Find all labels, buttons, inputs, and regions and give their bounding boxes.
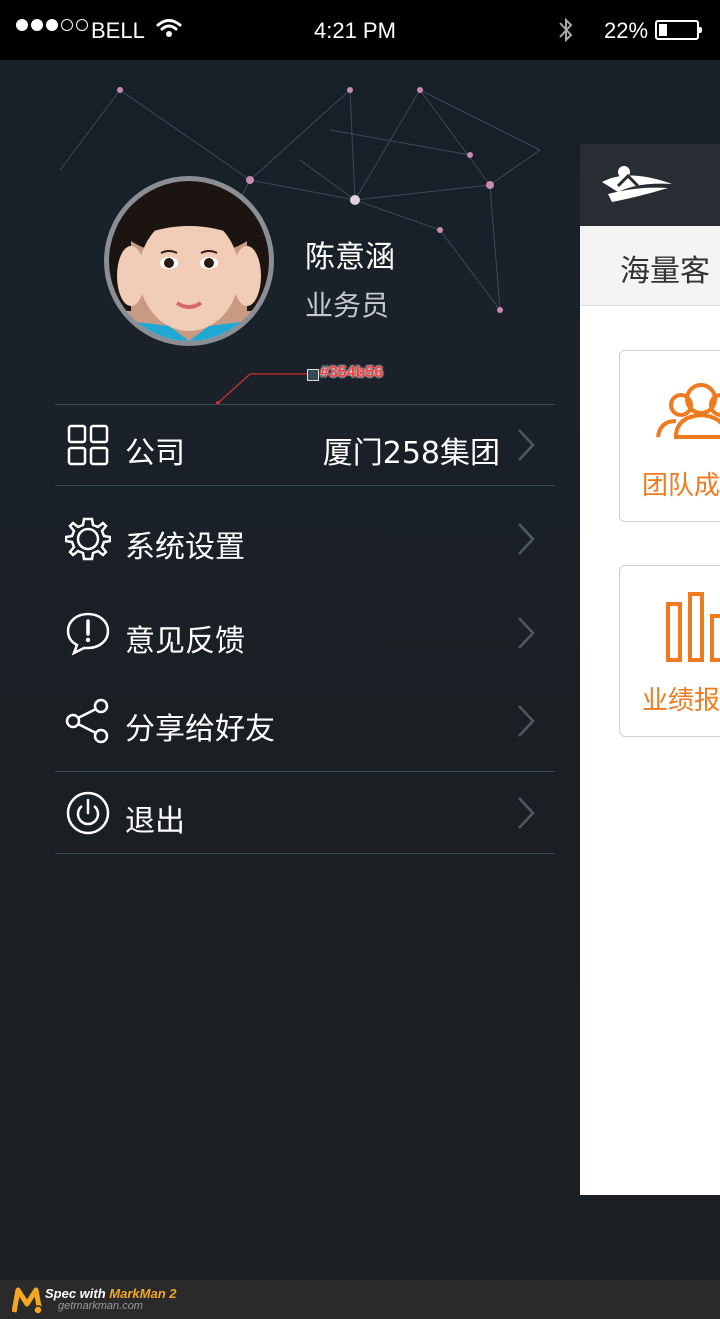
battery-fill (659, 24, 667, 36)
annotation-leader-line (216, 373, 307, 405)
menu-divider (55, 771, 555, 772)
status-bar: BELL 4:21 PM 22% (0, 0, 720, 60)
chevron-right-icon (518, 797, 535, 829)
menu-item-feedback[interactable]: 意见反馈 (55, 598, 555, 668)
clock: 4:21 PM (314, 18, 396, 43)
markman-logo (12, 1287, 42, 1314)
team-icon (656, 383, 720, 439)
chevron-right-icon (518, 523, 535, 555)
menu-item-system-settings[interactable]: 系统设置 (55, 504, 555, 574)
spec-text: Spec with MarkMan 2 (45, 1286, 177, 1301)
avatar[interactable] (104, 176, 274, 346)
signal-dot (46, 19, 58, 31)
markman-brand: MarkMan 2 (109, 1286, 177, 1301)
gear-icon (65, 517, 111, 561)
spec-prefix: Spec with (45, 1286, 110, 1301)
grid-icon (67, 424, 109, 466)
battery-percent: 22% (604, 18, 649, 43)
chevron-right-icon (518, 429, 535, 461)
chevron-right-icon (518, 617, 535, 649)
share-icon (65, 698, 109, 744)
menu-item-share[interactable]: 分享给好友 (55, 686, 555, 756)
menu-item-company[interactable]: 公司 厦门258集团 (55, 410, 555, 480)
battery-icon (655, 20, 702, 40)
performance-report-card[interactable]: 业绩报 (619, 565, 720, 737)
panel-subbar: 海量客 (580, 226, 720, 306)
avatar-photo (109, 181, 269, 341)
menu-item-label: 分享给好友 (125, 712, 275, 747)
signal-dot (31, 19, 43, 31)
bar-chart-icon (666, 592, 720, 662)
menu-divider (55, 404, 555, 405)
menu-item-label: 系统设置 (125, 530, 245, 565)
chevron-right-icon (518, 705, 535, 737)
wifi-icon (156, 19, 182, 37)
feedback-icon (66, 612, 110, 656)
carrier-name: BELL (91, 18, 145, 43)
signal-dot (76, 19, 88, 31)
card-label: 团队成 (642, 471, 720, 501)
menu-item-label: 公司 (125, 436, 185, 471)
markman-watermark: Spec with MarkMan 2 getmarkman.com (0, 1280, 720, 1319)
signal-strength-icon (16, 19, 88, 31)
card-label: 业绩报 (642, 686, 720, 716)
menu-divider (55, 853, 555, 854)
menu-item-label: 意见反馈 (125, 624, 245, 659)
user-name: 陈意涵 (305, 240, 395, 275)
menu-divider (55, 485, 555, 486)
main-content-panel[interactable]: 海量客 团队成 业绩报 (580, 144, 720, 1195)
menu-item-label: 退出 (125, 804, 185, 839)
user-role: 业务员 (305, 289, 390, 322)
panel-header (580, 144, 720, 226)
signal-dot (16, 19, 28, 31)
team-members-card[interactable]: 团队成 (619, 350, 720, 522)
annotation-color-label: #354b56 (320, 364, 384, 381)
panel-subtitle: 海量客 (620, 254, 710, 289)
power-icon (66, 791, 110, 835)
annotation-color-swatch (307, 369, 319, 381)
company-name: 厦门258集团 (322, 436, 500, 471)
app-logo-icon (602, 166, 672, 202)
signal-dot (61, 19, 73, 31)
menu-item-logout[interactable]: 退出 (55, 778, 555, 848)
bluetooth-icon (559, 17, 573, 43)
markman-url: getmarkman.com (58, 1300, 143, 1312)
